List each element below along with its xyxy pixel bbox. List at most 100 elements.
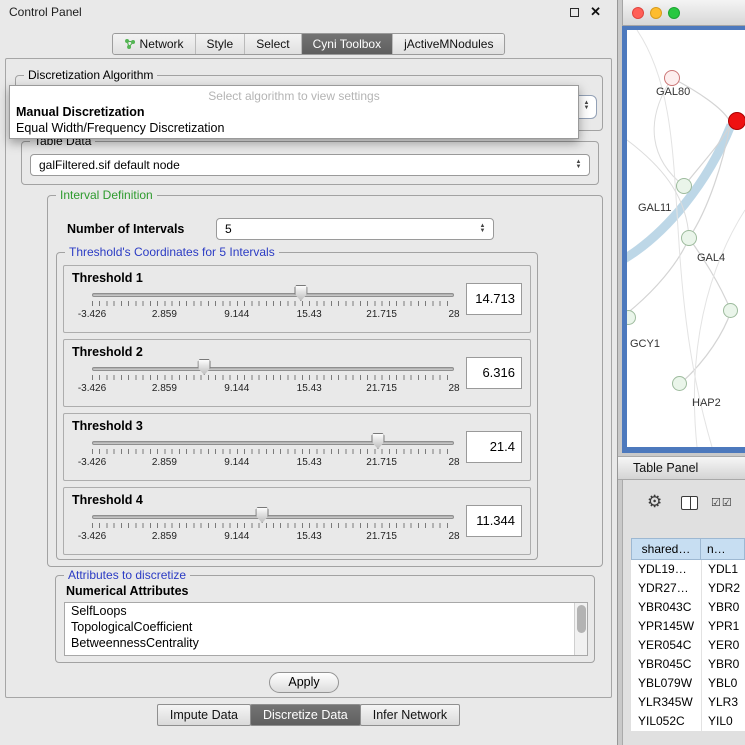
tab-discretize-data[interactable]: Discretize Data (250, 704, 361, 726)
dropdown-option-equal-width[interactable]: Equal Width/Frequency Discretization (16, 121, 224, 135)
zoom-traffic-light-icon[interactable] (668, 7, 680, 19)
attribute-list-item[interactable]: SelfLoops (65, 603, 587, 619)
table-cell-name[interactable]: YIL0 (701, 712, 745, 731)
table-row[interactable]: YPR145WYPR1 (631, 617, 745, 636)
tab-impute-data[interactable]: Impute Data (157, 704, 251, 726)
scrollbar-thumb[interactable] (577, 605, 586, 633)
network-canvas[interactable]: GAL80 GAL11 GAL4 GCY1 HAP2 (627, 30, 745, 447)
interval-definition-group-label: Interval Definition (56, 188, 157, 202)
table-row[interactable]: YER054CYER0 (631, 636, 745, 655)
network-node[interactable] (672, 376, 687, 391)
table-cell-shared-name[interactable]: YPR145W (631, 617, 701, 636)
table-data-combo[interactable]: galFiltered.sif default node ▲▼ (30, 154, 590, 176)
network-node[interactable] (664, 70, 680, 86)
slider-tick-label: 28 (448, 457, 459, 468)
float-window-icon[interactable] (570, 8, 579, 17)
table-cell-shared-name[interactable]: YER054C (631, 636, 701, 655)
table-cell-shared-name[interactable]: YDL19… (631, 560, 701, 579)
table-cell-shared-name[interactable]: YBR045C (631, 655, 701, 674)
number-of-intervals-combo[interactable]: 5 ▲▼ (216, 218, 494, 240)
columns-icon[interactable] (681, 496, 698, 510)
network-node[interactable] (723, 303, 738, 318)
attributes-group: Attributes to discretize Numerical Attri… (55, 575, 595, 663)
close-icon[interactable]: ✕ (590, 4, 601, 20)
top-tabbar: Network Style Select Cyni Toolbox jActiv… (112, 33, 506, 55)
table-row[interactable]: YBR043CYBR0 (631, 598, 745, 617)
table-row[interactable]: YBL079WYBL0 (631, 674, 745, 693)
column-header-shared-name[interactable]: shared… (631, 538, 701, 560)
slider-tick-label: 15.43 (297, 531, 322, 542)
slider-tick-label: -3.426 (78, 531, 106, 542)
table-cell-name[interactable]: YBL0 (701, 674, 745, 693)
slider-tick-label: 2.859 (152, 309, 177, 320)
tab-select[interactable]: Select (245, 34, 301, 54)
table-cell-name[interactable]: YLR3 (701, 693, 745, 712)
table-cell-name[interactable]: YPR1 (701, 617, 745, 636)
attribute-list-item[interactable]: TopologicalCoefficient (65, 619, 587, 635)
threshold-2-value[interactable]: 6.316 (466, 357, 522, 389)
slider-tick-label: 21.715 (366, 531, 397, 542)
slider-tick-label: 15.43 (297, 383, 322, 394)
table-cell-name[interactable]: YER0 (701, 636, 745, 655)
slider-tick-label: 28 (448, 531, 459, 542)
gear-icon[interactable]: ⚙ (647, 492, 662, 512)
slider-ticks (92, 523, 454, 528)
table-cell-shared-name[interactable]: YDR27… (631, 579, 701, 598)
slider-thumb[interactable] (371, 433, 384, 449)
table-cell-shared-name[interactable]: YBL079W (631, 674, 701, 693)
minimize-traffic-light-icon[interactable] (650, 7, 662, 19)
combo-arrows-icon: ▲▼ (580, 98, 593, 114)
tab-network[interactable]: Network (113, 34, 196, 54)
slider-track[interactable] (92, 367, 454, 371)
attribute-list-item[interactable]: BetweennessCentrality (65, 635, 587, 651)
select-checkboxes-icon[interactable]: ☑☑ (711, 496, 733, 509)
slider-track[interactable] (92, 515, 454, 519)
tab-jactivemnodules[interactable]: jActiveMNodules (393, 34, 504, 54)
network-node[interactable] (681, 230, 697, 246)
attributes-scrollbar[interactable] (574, 603, 587, 655)
threshold-1-value[interactable]: 14.713 (466, 283, 522, 315)
slider-thumb[interactable] (294, 285, 307, 301)
threshold-4-panel: Threshold 4 -3.4262.8599.14415.4321.7152… (63, 487, 531, 555)
table-cell-shared-name[interactable]: YIL052C (631, 712, 701, 731)
tab-cyni-toolbox[interactable]: Cyni Toolbox (302, 34, 393, 54)
table-cell-name[interactable]: YDL1 (701, 560, 745, 579)
threshold-4-value[interactable]: 11.344 (466, 505, 522, 537)
node-label: GAL80 (656, 86, 690, 98)
table-cell-name[interactable]: YDR2 (701, 579, 745, 598)
slider-track[interactable] (92, 441, 454, 445)
table-row[interactable]: YDR27…YDR2 (631, 579, 745, 598)
table-cell-shared-name[interactable]: YLR345W (631, 693, 701, 712)
network-node-selected[interactable] (728, 112, 745, 130)
apply-button[interactable]: Apply (269, 672, 339, 693)
table-cell-name[interactable]: YBR0 (701, 655, 745, 674)
close-traffic-light-icon[interactable] (632, 7, 644, 19)
table-row[interactable]: YDL19…YDL1 (631, 560, 745, 579)
table-row[interactable]: YBR045CYBR0 (631, 655, 745, 674)
column-header-name[interactable]: n… (700, 538, 745, 560)
slider-tick-label: 21.715 (366, 457, 397, 468)
network-node[interactable] (676, 178, 692, 194)
thresholds-group: Threshold's Coordinates for 5 Intervals … (56, 252, 538, 560)
tab-infer-network[interactable]: Infer Network (360, 704, 460, 726)
slider-tick-labels: -3.4262.8599.14415.4321.71528 (92, 309, 454, 321)
slider-thumb[interactable] (256, 507, 269, 523)
threshold-3-value[interactable]: 21.4 (466, 431, 522, 463)
slider-tick-label: 28 (448, 383, 459, 394)
tab-style[interactable]: Style (196, 34, 246, 54)
slider-tick-label: 2.859 (152, 383, 177, 394)
table-cell-shared-name[interactable]: YBR043C (631, 598, 701, 617)
control-panel-window: Control Panel ✕ Network Style Select Cyn… (0, 0, 618, 745)
threshold-2-slider: -3.4262.8599.14415.4321.71528 (64, 340, 530, 406)
slider-thumb[interactable] (198, 359, 211, 375)
table-row[interactable]: YLR345WYLR3 (631, 693, 745, 712)
dropdown-option-manual[interactable]: Manual Discretization (16, 105, 145, 119)
combo-arrows-icon: ▲▼ (572, 157, 585, 173)
table-cell-name[interactable]: YBR0 (701, 598, 745, 617)
threshold-1-slider: -3.4262.8599.14415.4321.71528 (64, 266, 530, 332)
slider-tick-label: 21.715 (366, 383, 397, 394)
table-panel-title: Table Panel (633, 461, 698, 475)
node-label: GCY1 (630, 338, 660, 350)
slider-track[interactable] (92, 293, 454, 297)
table-row[interactable]: YIL052CYIL0 (631, 712, 745, 731)
